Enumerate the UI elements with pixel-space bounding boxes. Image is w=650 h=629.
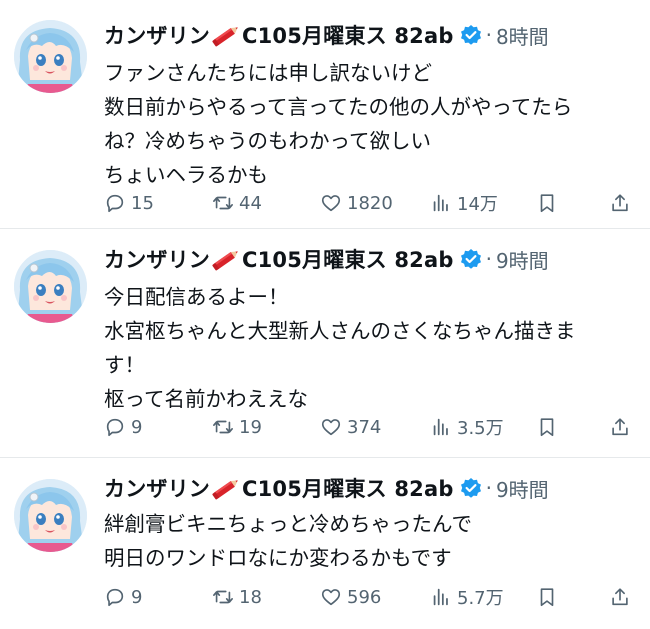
tweet-text-line: 水宮枢ちゃんと大型新人さんのさくなちゃん描きま (104, 319, 576, 343)
tweet-actions: 9 18 596 5.7万 (104, 582, 644, 612)
tweet-actions: 9 19 374 3.5万 (104, 412, 644, 442)
tweet[interactable]: カンザリン C105月曜東ス 82ab (0, 458, 650, 629)
tweet-text: 絆創膏ビキニちょっと冷めちゃったんで 明日のワンドロなにか変わるかもです (104, 507, 644, 575)
reply-button[interactable]: 9 (104, 582, 142, 612)
share-button[interactable] (609, 412, 631, 442)
reply-button[interactable]: 9 (104, 412, 142, 442)
views-icon (433, 194, 448, 212)
bookmark-icon (540, 418, 554, 437)
like-icon (321, 195, 341, 212)
retweet-button[interactable]: 44 (212, 188, 262, 218)
reply-count: 15 (131, 192, 154, 214)
retweet-button[interactable]: 18 (212, 582, 262, 612)
retweet-count: 44 (239, 192, 262, 214)
avatar[interactable] (14, 20, 87, 93)
avatar[interactable] (14, 250, 87, 323)
like-count: 1820 (347, 192, 393, 214)
display-name[interactable]: カンザリン (104, 244, 210, 274)
tweet-header: カンザリン C105月曜東ス 82ab (104, 473, 549, 503)
tweet-text-line: ファンさんたちには申し訳ないけど (104, 61, 432, 85)
separator-dot: · (485, 23, 492, 47)
like-count: 374 (347, 416, 382, 438)
tweet-header: カンザリン C105月曜東ス 82ab (104, 244, 549, 274)
pencil-emoji-icon (211, 475, 241, 501)
bookmark-button[interactable] (536, 412, 558, 442)
retweet-icon (213, 590, 233, 604)
display-name[interactable]: カンザリン (104, 20, 210, 50)
tweet-text-line: す！ (104, 353, 145, 377)
bookmark-icon (540, 588, 554, 607)
share-button[interactable] (609, 582, 631, 612)
like-button[interactable]: 596 (320, 582, 381, 612)
views-button[interactable]: 14万 (430, 188, 498, 218)
share-icon (612, 588, 628, 606)
pencil-emoji-icon (211, 246, 241, 272)
retweet-count: 18 (239, 586, 262, 608)
verified-badge-icon (460, 477, 482, 499)
like-icon (321, 589, 341, 606)
reply-count: 9 (131, 416, 143, 438)
share-button[interactable] (609, 188, 631, 218)
tweet-text-line: ね？冷めちゃうのもわかって欲しい (104, 129, 431, 153)
display-name-suffix[interactable]: C105月曜東ス 82ab (242, 473, 454, 503)
views-count: 14万 (457, 194, 498, 215)
display-name-suffix[interactable]: C105月曜東ス 82ab (242, 244, 454, 274)
display-name-suffix[interactable]: C105月曜東ス 82ab (242, 20, 454, 50)
tweet-header: カンザリン C105月曜東ス 82ab (104, 20, 549, 50)
pencil-emoji-icon (211, 22, 241, 48)
tweet[interactable]: カンザリン C105月曜東ス 82ab (0, 0, 650, 228)
tweet-feed: カンザリン C105月曜東ス 82ab · 8時間 ファンさんたちには申し訳ない… (0, 0, 650, 629)
tweet-text-line: 絆創膏ビキニちょっと冷めちゃったんで (104, 512, 472, 536)
tweet-actions: 15 44 1820 14万 (104, 188, 644, 218)
separator-dot: · (485, 476, 492, 500)
display-name[interactable]: カンザリン (104, 473, 210, 503)
retweet-icon (213, 196, 233, 210)
bookmark-button[interactable] (536, 188, 558, 218)
views-icon (433, 588, 448, 606)
views-count: 5.7万 (457, 588, 504, 609)
views-count: 3.5万 (457, 418, 504, 439)
reply-icon (106, 194, 124, 213)
avatar[interactable] (14, 479, 87, 552)
timestamp[interactable]: 9時間 (496, 474, 549, 503)
share-icon (612, 418, 628, 436)
views-icon (433, 418, 448, 436)
bookmark-icon (540, 194, 554, 213)
reply-icon (106, 588, 124, 607)
reply-icon (106, 418, 124, 437)
timestamp[interactable]: 9時間 (496, 245, 549, 274)
reply-count: 9 (131, 586, 143, 608)
views-button[interactable]: 5.7万 (430, 582, 504, 612)
tweet-text-line: ちょいヘラるかも (104, 163, 268, 187)
separator-dot: · (485, 247, 492, 271)
tweet-text: 今日配信あるよー！ 水宮枢ちゃんと大型新人さんのさくなちゃん描きま す！ 枢って… (104, 280, 644, 416)
share-icon (612, 194, 628, 212)
tweet-text: ファンさんたちには申し訳ないけど 数日前からやるって言ってたの他の人がやってたら… (104, 56, 644, 192)
reply-button[interactable]: 15 (104, 188, 154, 218)
verified-badge-icon (460, 24, 482, 46)
tweet-text-line: 今日配信あるよー！ (104, 285, 289, 309)
like-icon (321, 419, 341, 436)
views-button[interactable]: 3.5万 (430, 412, 504, 442)
verified-badge-icon (460, 248, 482, 270)
tweet-text-line: 数日前からやるって言ってたの他の人がやってたら (104, 95, 573, 119)
timestamp[interactable]: 8時間 (496, 21, 549, 50)
tweet-text-line: 枢って名前かわええな (104, 387, 308, 411)
like-count: 596 (347, 586, 382, 608)
retweet-icon (213, 420, 233, 434)
bookmark-button[interactable] (536, 582, 558, 612)
retweet-button[interactable]: 19 (212, 412, 262, 442)
retweet-count: 19 (239, 416, 262, 438)
like-button[interactable]: 1820 (320, 188, 393, 218)
tweet[interactable]: カンザリン C105月曜東ス 82ab (0, 229, 650, 457)
like-button[interactable]: 374 (320, 412, 381, 442)
tweet-text-line: 明日のワンドロなにか変わるかもです (104, 546, 452, 570)
